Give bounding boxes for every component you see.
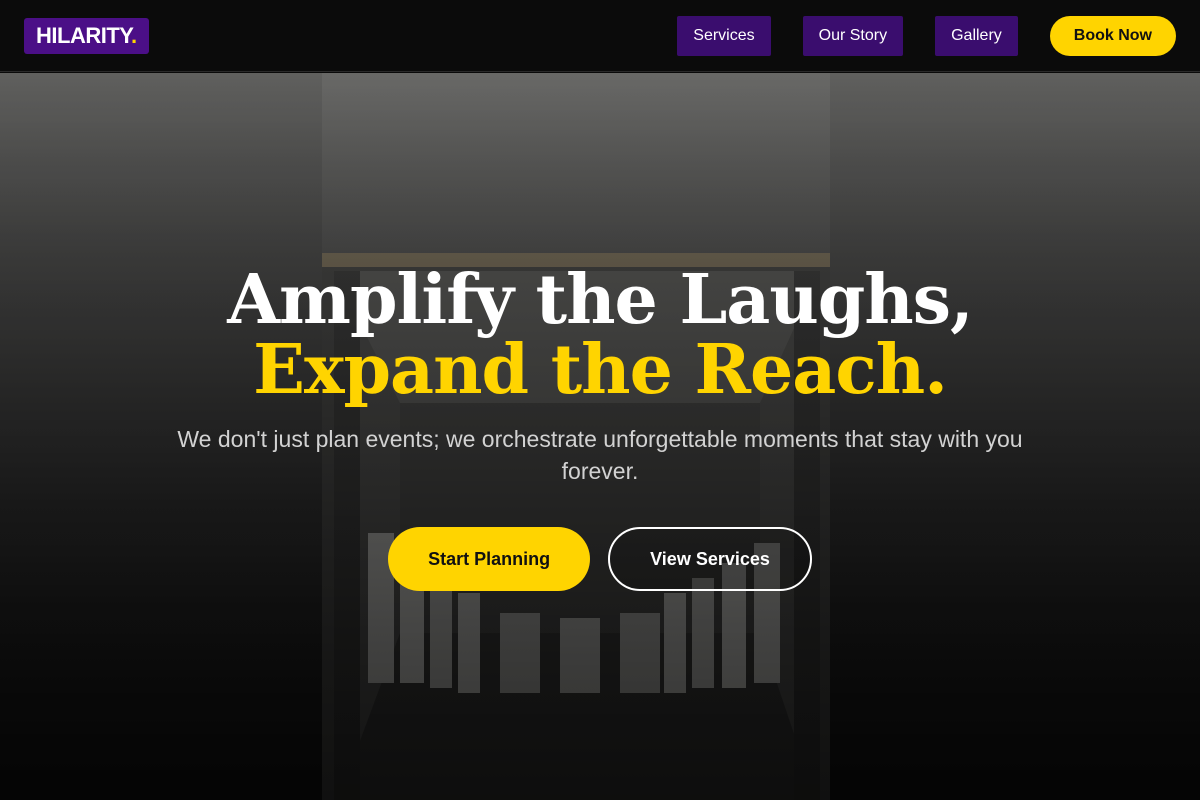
book-now-button[interactable]: Book Now	[1049, 15, 1176, 56]
hero-headline-line-2: Expand the Reach.	[253, 330, 948, 410]
logo[interactable]: HILARITY.	[24, 17, 149, 54]
hero-content: Amplify the Laughs, Expand the Reach. We…	[0, 265, 1200, 591]
view-services-button[interactable]: View Services	[608, 527, 812, 591]
nav-link-gallery[interactable]: Gallery	[935, 15, 1018, 56]
start-planning-button[interactable]: Start Planning	[388, 527, 591, 591]
hero-headline-line-1: Amplify the Laughs,	[227, 260, 973, 340]
logo-dot: .	[131, 22, 137, 48]
hero-cta-row: Start Planning View Services	[388, 527, 812, 591]
nav-link-services[interactable]: Services	[677, 15, 771, 56]
nav-link-our-story[interactable]: Our Story	[802, 15, 904, 56]
main-nav: Services Our Story Gallery Book Now	[677, 15, 1176, 56]
hero-section: Amplify the Laughs, Expand the Reach. We…	[0, 73, 1200, 800]
hero-subtitle: We don't just plan events; we orchestrat…	[177, 426, 1023, 484]
site-header: HILARITY. Services Our Story Gallery Boo…	[0, 0, 1200, 72]
logo-text: HILARITY	[36, 22, 132, 48]
